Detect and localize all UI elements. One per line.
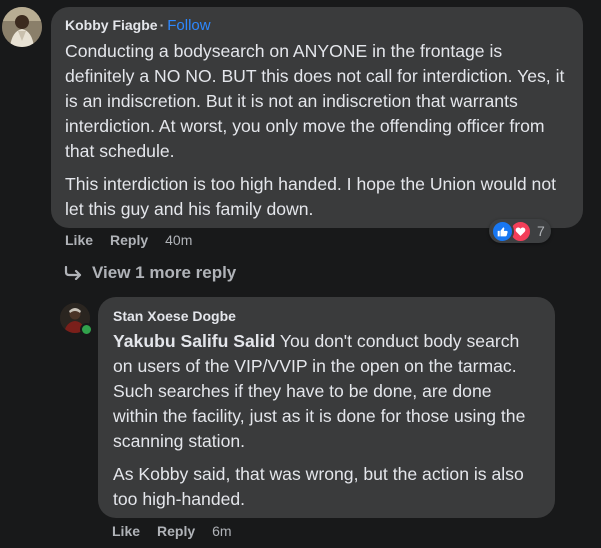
reply-reply-button[interactable]: Reply bbox=[157, 523, 195, 539]
comment-text: Conducting a bodysearch on ANYONE in the… bbox=[65, 39, 569, 222]
mention-tag[interactable]: Yakubu Salifu Salid bbox=[113, 331, 275, 351]
avatar-kobby-fiagbe[interactable] bbox=[2, 7, 42, 47]
reply-paragraph-2: As Kobby said, that was wrong, but the a… bbox=[113, 464, 524, 509]
view-more-label: View 1 more reply bbox=[92, 263, 237, 282]
comment-author-line: Kobby Fiagbe · Follow bbox=[65, 16, 569, 35]
reply-arrow-icon bbox=[64, 266, 83, 280]
comment-paragraph-1: Conducting a bodysearch on ANYONE in the… bbox=[65, 41, 565, 161]
reply-timestamp[interactable]: 6m bbox=[212, 523, 231, 539]
like-button[interactable]: Like bbox=[65, 232, 93, 248]
reply-actions: Like Reply 6m bbox=[112, 523, 249, 539]
reaction-count: 7 bbox=[537, 223, 545, 239]
like-icon bbox=[491, 219, 514, 243]
reply-button[interactable]: Reply bbox=[110, 232, 148, 248]
comment-timestamp[interactable]: 40m bbox=[165, 232, 192, 248]
reaction-summary[interactable]: 7 bbox=[489, 219, 551, 243]
comment-bubble: Kobby Fiagbe · Follow Conducting a bodysea… bbox=[51, 7, 583, 228]
view-more-replies-button[interactable]: View 1 more reply bbox=[64, 263, 236, 283]
comment-author-name[interactable]: Kobby Fiagbe bbox=[65, 17, 158, 33]
reply-text: Yakubu Salifu Salid You don't conduct bo… bbox=[113, 329, 540, 512]
follow-button[interactable]: Follow bbox=[167, 17, 210, 34]
reply-like-button[interactable]: Like bbox=[112, 523, 140, 539]
reply-bubble: Stan Xoese Dogbe Yakubu Salifu Salid You… bbox=[98, 297, 555, 518]
online-status-indicator bbox=[80, 323, 93, 336]
separator-dot: · bbox=[159, 17, 165, 33]
reply-paragraph-1: Yakubu Salifu Salid You don't conduct bo… bbox=[113, 329, 540, 454]
reply-author-name[interactable]: Stan Xoese Dogbe bbox=[113, 307, 540, 325]
comment-paragraph-2: This interdiction is too high handed. I … bbox=[65, 174, 556, 219]
comment-actions: Like Reply 40m bbox=[65, 232, 209, 248]
